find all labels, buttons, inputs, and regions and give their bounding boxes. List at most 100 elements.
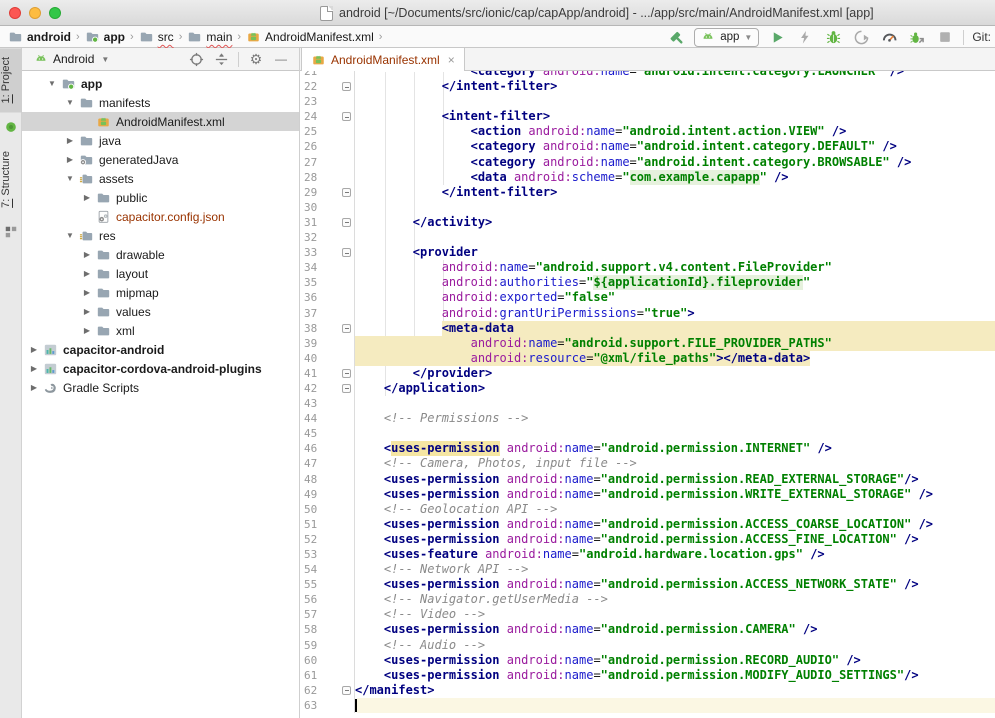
breadcrumb-item-main[interactable]: main xyxy=(185,30,234,44)
run-config-select[interactable]: app▼ xyxy=(694,28,759,47)
code-line-45[interactable]: 45 xyxy=(300,426,995,441)
code-line-35[interactable]: 35 android:authorities="${applicationId}… xyxy=(300,275,995,290)
tree-collapse-icon[interactable]: ▶ xyxy=(81,269,93,278)
project-view-selector[interactable]: Android xyxy=(53,52,94,66)
tree-collapse-icon[interactable]: ▶ xyxy=(64,136,76,145)
tree-collapse-icon[interactable]: ▶ xyxy=(28,383,40,392)
code-line-58[interactable]: 58 <uses-permission android:name="androi… xyxy=(300,622,995,637)
run-button[interactable] xyxy=(767,27,787,47)
code-line-26[interactable]: 26 <category android:name="android.inten… xyxy=(300,139,995,154)
tree-expand-icon[interactable]: ▼ xyxy=(64,98,76,107)
tree-expand-icon[interactable]: ▼ xyxy=(64,231,76,240)
code-line-38[interactable]: 38 <meta-data xyxy=(300,321,995,336)
tree-expand-icon[interactable]: ▼ xyxy=(64,174,76,183)
tree-collapse-icon[interactable]: ▶ xyxy=(81,307,93,316)
tree-collapse-icon[interactable]: ▶ xyxy=(81,250,93,259)
build-variants-button[interactable] xyxy=(4,225,18,239)
code-line-39[interactable]: 39 android:name="android.support.FILE_PR… xyxy=(300,336,995,351)
code-line-29[interactable]: 29 </intent-filter> xyxy=(300,185,995,200)
minimize-window-button[interactable] xyxy=(29,7,41,19)
build-button[interactable] xyxy=(666,27,686,47)
code-line-40[interactable]: 40 android:resource="@xml/file_paths"></… xyxy=(300,351,995,366)
code-line-54[interactable]: 54 <!-- Network API --> xyxy=(300,562,995,577)
fold-region-start-icon[interactable] xyxy=(342,112,351,121)
code-line-52[interactable]: 52 <uses-permission android:name="androi… xyxy=(300,532,995,547)
fold-region-end-icon[interactable] xyxy=(342,686,351,695)
fold-region-start-icon[interactable] xyxy=(342,248,351,257)
tool-window-button-project[interactable]: 1: Project xyxy=(0,48,22,112)
tree-collapse-icon[interactable]: ▶ xyxy=(28,364,40,373)
breadcrumb-item-app[interactable]: app xyxy=(83,30,127,44)
code-line-30[interactable]: 30 xyxy=(300,200,995,215)
tree-item-mipmap[interactable]: ▶mipmap xyxy=(22,283,299,302)
fold-region-end-icon[interactable] xyxy=(342,82,351,91)
code-line-56[interactable]: 56 <!-- Navigator.getUserMedia --> xyxy=(300,592,995,607)
code-line-43[interactable]: 43 xyxy=(300,396,995,411)
code-line-34[interactable]: 34 android:name="android.support.v4.cont… xyxy=(300,260,995,275)
profiler-button[interactable] xyxy=(879,27,899,47)
code-line-60[interactable]: 60 <uses-permission android:name="androi… xyxy=(300,653,995,668)
tree-collapse-icon[interactable]: ▶ xyxy=(64,155,76,164)
code-line-47[interactable]: 47 <!-- Camera, Photos, input file --> xyxy=(300,456,995,471)
stop-button[interactable] xyxy=(935,27,955,47)
tree-item-manifests[interactable]: ▼manifests xyxy=(22,93,299,112)
close-icon[interactable]: × xyxy=(448,53,455,67)
code-line-46[interactable]: 46 <uses-permission android:name="androi… xyxy=(300,441,995,456)
code-line-33[interactable]: 33 <provider xyxy=(300,245,995,260)
code-line-55[interactable]: 55 <uses-permission android:name="androi… xyxy=(300,577,995,592)
debug-button[interactable] xyxy=(823,27,843,47)
tree-expand-icon[interactable]: ▼ xyxy=(46,79,58,88)
code-line-42[interactable]: 42 </application> xyxy=(300,381,995,396)
tree-item-capacitor-config-json[interactable]: capacitor.config.json xyxy=(22,207,299,226)
code-line-50[interactable]: 50 <!-- Geolocation API --> xyxy=(300,502,995,517)
captures-button[interactable] xyxy=(4,120,18,134)
code-line-21[interactable]: 21 <category android:name="android.inten… xyxy=(300,71,995,79)
code-line-28[interactable]: 28 <data android:scheme="com.example.cap… xyxy=(300,170,995,185)
code-line-23[interactable]: 23 xyxy=(300,94,995,109)
tree-item-capacitor-cordova-android-plugins[interactable]: ▶capacitor-cordova-android-plugins xyxy=(22,359,299,378)
tree-item-generatedjava[interactable]: ▶generatedJava xyxy=(22,150,299,169)
tree-item-values[interactable]: ▶values xyxy=(22,302,299,321)
apply-changes-button[interactable] xyxy=(795,27,815,47)
code-line-41[interactable]: 41 </provider> xyxy=(300,366,995,381)
tool-window-button-structure[interactable]: 7: Structure xyxy=(0,142,22,217)
tree-item-assets[interactable]: ▼assets xyxy=(22,169,299,188)
tree-item-drawable[interactable]: ▶drawable xyxy=(22,245,299,264)
tree-item-java[interactable]: ▶java xyxy=(22,131,299,150)
tree-collapse-icon[interactable]: ▶ xyxy=(28,345,40,354)
hide-button[interactable]: — xyxy=(273,51,289,67)
locate-button[interactable] xyxy=(188,51,204,67)
code-line-49[interactable]: 49 <uses-permission android:name="androi… xyxy=(300,487,995,502)
code-line-44[interactable]: 44 <!-- Permissions --> xyxy=(300,411,995,426)
collapse-all-button[interactable] xyxy=(213,51,229,67)
tree-collapse-icon[interactable]: ▶ xyxy=(81,193,93,202)
code-line-22[interactable]: 22 </intent-filter> xyxy=(300,79,995,94)
fold-region-start-icon[interactable] xyxy=(342,324,351,333)
code-line-53[interactable]: 53 <uses-feature android:name="android.h… xyxy=(300,547,995,562)
tree-collapse-icon[interactable]: ▶ xyxy=(81,288,93,297)
tree-item-public[interactable]: ▶public xyxy=(22,188,299,207)
profile-button[interactable] xyxy=(851,27,871,47)
tree-item-app[interactable]: ▼app xyxy=(22,74,299,93)
code-line-37[interactable]: 37 android:grantUriPermissions="true"> xyxy=(300,306,995,321)
code-line-62[interactable]: 62</manifest> xyxy=(300,683,995,698)
tree-collapse-icon[interactable]: ▶ xyxy=(81,326,93,335)
tree-item-layout[interactable]: ▶layout xyxy=(22,264,299,283)
code-line-51[interactable]: 51 <uses-permission android:name="androi… xyxy=(300,517,995,532)
tree-item-capacitor-android[interactable]: ▶capacitor-android xyxy=(22,340,299,359)
tab-androidmanifest[interactable]: AndroidManifest.xml × xyxy=(301,48,465,71)
code-line-32[interactable]: 32 xyxy=(300,230,995,245)
tree-item-androidmanifest-xml[interactable]: AndroidManifest.xml xyxy=(22,112,299,131)
gear-button[interactable]: ⚙ xyxy=(248,51,264,67)
breadcrumb-item-androidmanifest-xml[interactable]: AndroidManifest.xml xyxy=(244,30,376,44)
tree-item-res[interactable]: ▼res xyxy=(22,226,299,245)
breadcrumb-item-src[interactable]: src xyxy=(137,30,176,44)
fold-region-end-icon[interactable] xyxy=(342,384,351,393)
tree-item-xml[interactable]: ▶xml xyxy=(22,321,299,340)
breadcrumb-item-android[interactable]: android xyxy=(6,30,73,44)
code-line-36[interactable]: 36 android:exported="false" xyxy=(300,290,995,305)
code-line-31[interactable]: 31 </activity> xyxy=(300,215,995,230)
fold-region-end-icon[interactable] xyxy=(342,369,351,378)
code-line-48[interactable]: 48 <uses-permission android:name="androi… xyxy=(300,472,995,487)
code-line-25[interactable]: 25 <action android:name="android.intent.… xyxy=(300,124,995,139)
